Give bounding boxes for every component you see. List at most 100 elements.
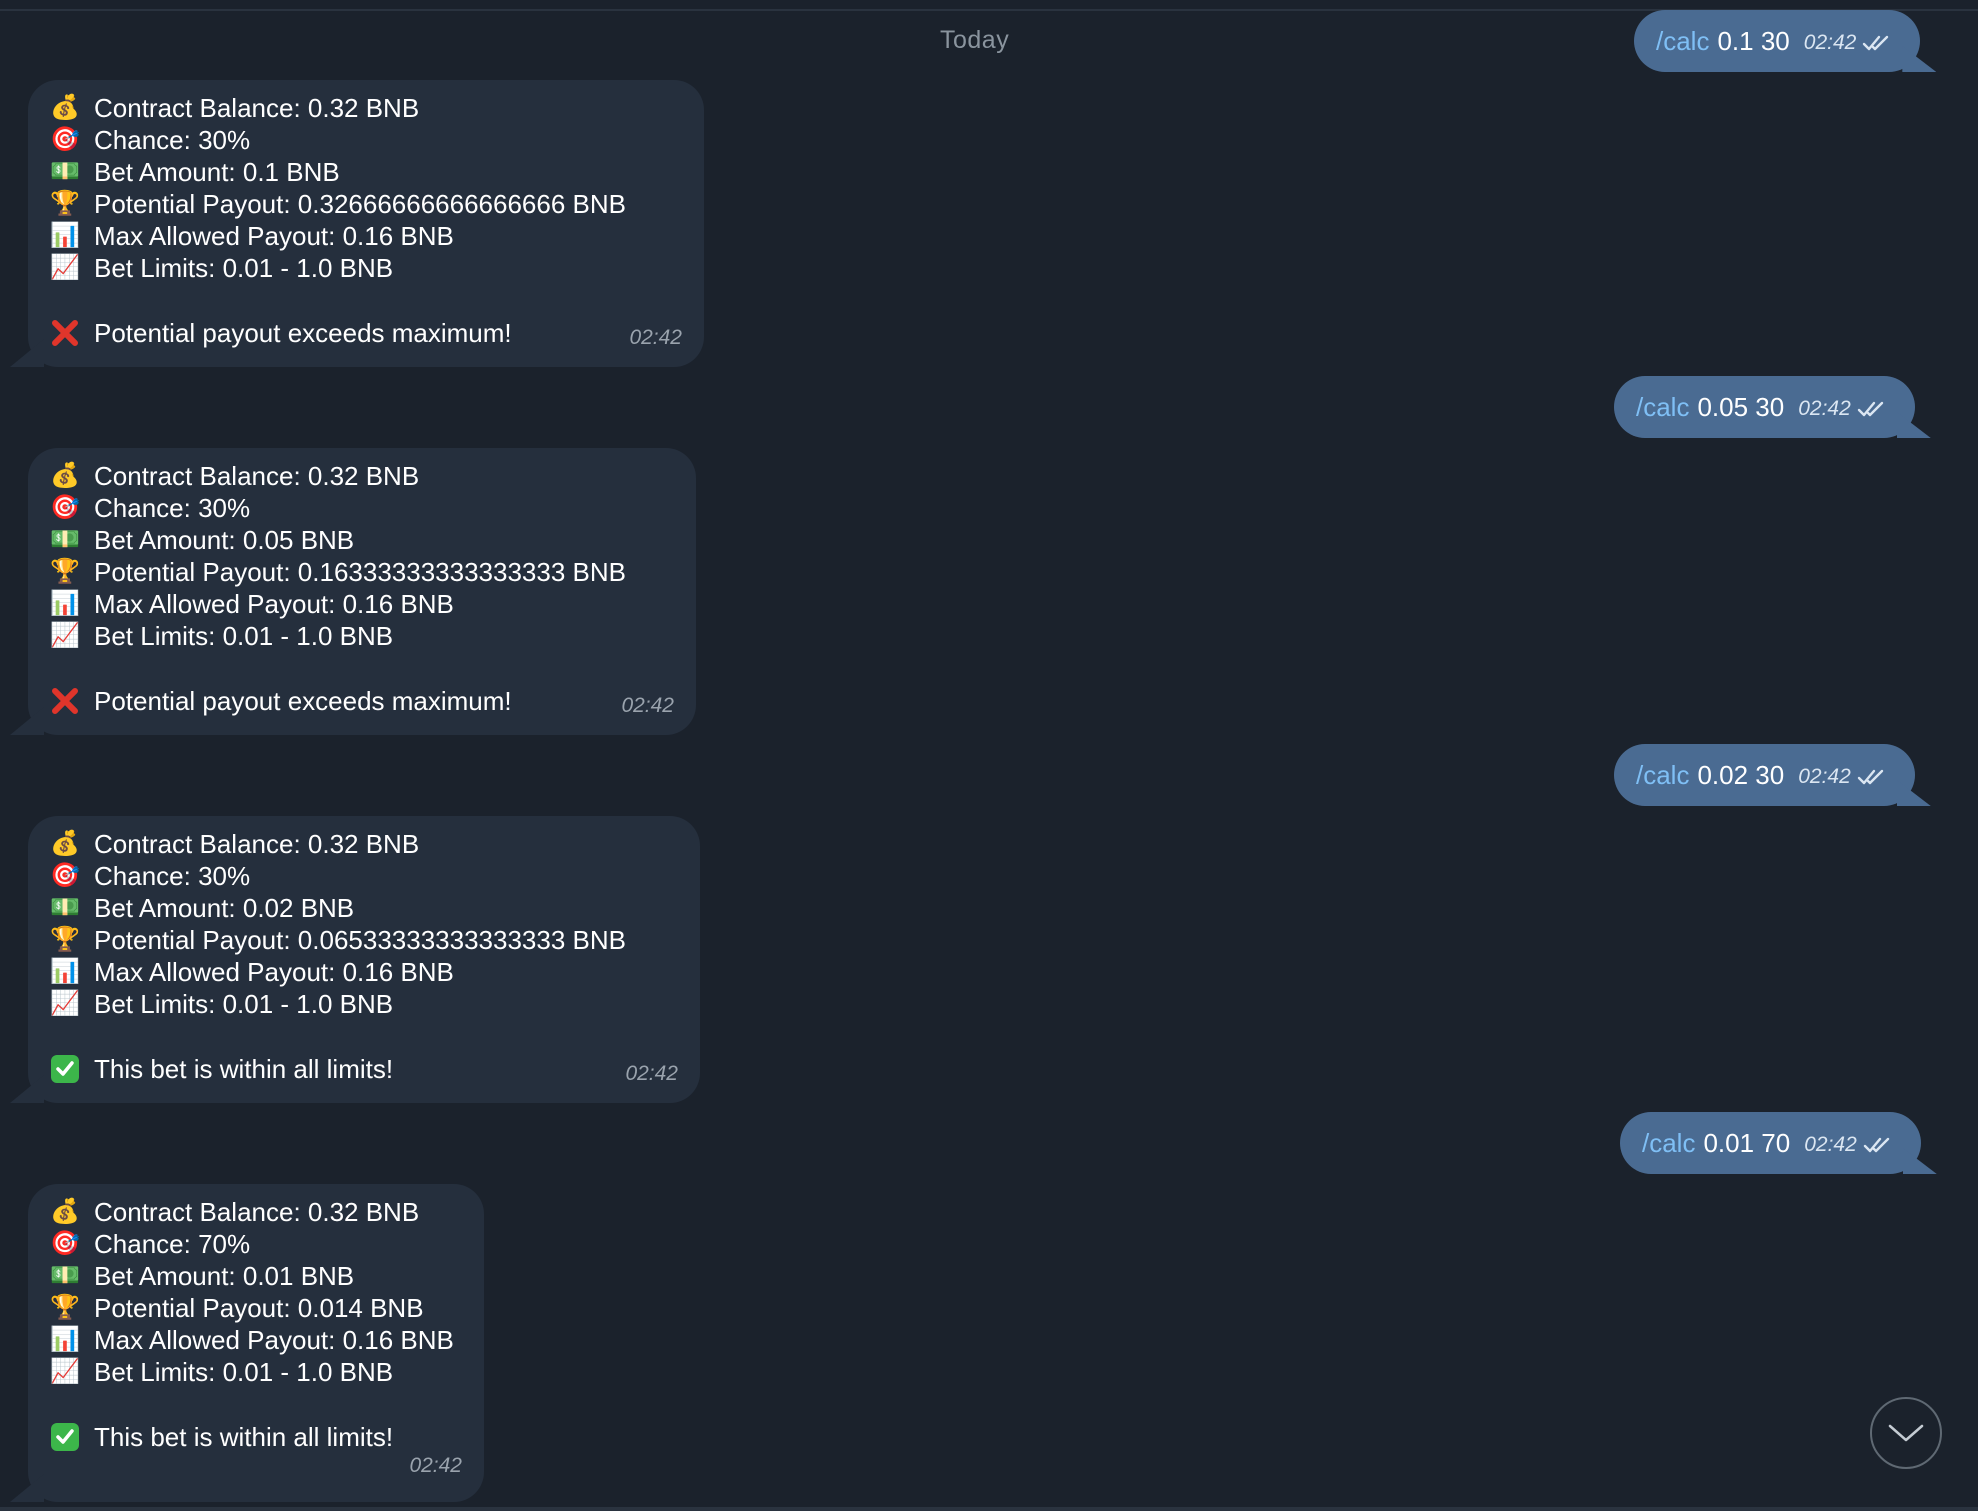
outgoing-message[interactable]: /calc 0.05 30 02:42 (1614, 376, 1915, 438)
target-icon: 🎯 (50, 862, 80, 889)
status-text: This bet is within all limits! (94, 1053, 394, 1084)
info-text: Potential Payout: 0.16333333333333333 BN… (94, 556, 626, 587)
command-link[interactable]: /calc (1642, 1128, 1695, 1159)
info-line: 📈 Bet Limits: 0.01 - 1.0 BNB (50, 252, 682, 284)
double-check-icon (1863, 35, 1889, 51)
date-separator: Today (940, 26, 1010, 54)
trophy-icon: 🏆 (50, 558, 80, 585)
info-line: 📈 Bet Limits: 0.01 - 1.0 BNB (50, 1356, 462, 1388)
status-line: Potential payout exceeds maximum! 02:42 (50, 316, 682, 350)
info-line: 📊 Max Allowed Payout: 0.16 BNB (50, 220, 682, 252)
info-line: 💵 Bet Amount: 0.02 BNB (50, 892, 678, 924)
double-check-icon (1857, 769, 1883, 785)
double-check-icon (1857, 401, 1883, 417)
command-link[interactable]: /calc (1636, 760, 1689, 791)
info-line: 📊 Max Allowed Payout: 0.16 BNB (50, 1324, 462, 1356)
outgoing-message[interactable]: /calc 0.01 70 02:42 (1620, 1112, 1921, 1174)
scroll-to-bottom-button[interactable] (1870, 1397, 1942, 1469)
info-line: 🎯 Chance: 30% (50, 860, 678, 892)
info-text: Contract Balance: 0.32 BNB (94, 1196, 420, 1227)
info-line: 💰 Contract Balance: 0.32 BNB (50, 92, 682, 124)
status-line: This bet is within all limits! (50, 1420, 462, 1454)
info-text: Bet Limits: 0.01 - 1.0 BNB (94, 1356, 394, 1387)
info-line: 🏆 Potential Payout: 0.16333333333333333 B… (50, 556, 674, 588)
outgoing-message[interactable]: /calc 0.02 30 02:42 (1614, 744, 1915, 806)
info-text: Max Allowed Payout: 0.16 BNB (94, 1324, 454, 1355)
info-line: 💵 Bet Amount: 0.05 BNB (50, 524, 674, 556)
info-text: Bet Amount: 0.01 BNB (94, 1260, 355, 1291)
bar-chart-icon: 📊 (50, 590, 80, 617)
chart-increasing-icon: 📈 (50, 990, 80, 1017)
info-text: Bet Limits: 0.01 - 1.0 BNB (94, 620, 394, 651)
incoming-message: 💰 Contract Balance: 0.32 BNB 🎯 Chance: 30%… (28, 80, 704, 367)
command-args: 0.01 70 (1703, 1127, 1791, 1158)
info-line: 🎯 Chance: 70% (50, 1228, 462, 1260)
command-args: 0.05 30 (1697, 391, 1785, 422)
cross-mark-icon (50, 318, 80, 348)
message-time: 02:42 (1798, 765, 1851, 788)
info-line: 💵 Bet Amount: 0.01 BNB (50, 1260, 462, 1292)
message-time: 02:42 (629, 326, 682, 349)
info-line: 💰 Contract Balance: 0.32 BNB (50, 1196, 462, 1228)
info-text: Bet Limits: 0.01 - 1.0 BNB (94, 988, 394, 1019)
info-text: Bet Amount: 0.05 BNB (94, 524, 355, 555)
info-text: Potential Payout: 0.32666666666666666 BN… (94, 188, 626, 219)
chart-increasing-icon: 📈 (50, 254, 80, 281)
dollar-banknote-icon: 💵 (50, 894, 80, 921)
message-time: 02:42 (409, 1454, 462, 1477)
trophy-icon: 🏆 (50, 926, 80, 953)
trophy-icon: 🏆 (50, 1294, 80, 1321)
info-text: Potential Payout: 0.014 BNB (94, 1292, 424, 1323)
info-text: Max Allowed Payout: 0.16 BNB (94, 588, 454, 619)
info-line: 📊 Max Allowed Payout: 0.16 BNB (50, 588, 674, 620)
command-args: 0.1 30 (1717, 25, 1790, 56)
info-text: Max Allowed Payout: 0.16 BNB (94, 220, 454, 251)
command-link[interactable]: /calc (1636, 392, 1689, 423)
message-time: 02:42 (625, 1062, 678, 1085)
info-line: 📊 Max Allowed Payout: 0.16 BNB (50, 956, 678, 988)
chart-increasing-icon: 📈 (50, 1358, 80, 1385)
info-line: 💰 Contract Balance: 0.32 BNB (50, 460, 674, 492)
status-line: Potential payout exceeds maximum! 02:42 (50, 684, 674, 718)
info-text: Chance: 70% (94, 1228, 251, 1259)
bar-chart-icon: 📊 (50, 1326, 80, 1353)
info-text: Max Allowed Payout: 0.16 BNB (94, 956, 454, 987)
info-text: Bet Limits: 0.01 - 1.0 BNB (94, 252, 394, 283)
chevron-down-icon (1888, 1424, 1924, 1442)
target-icon: 🎯 (50, 494, 80, 521)
incoming-message: 💰 Contract Balance: 0.32 BNB 🎯 Chance: 30%… (28, 448, 696, 735)
info-line: 🏆 Potential Payout: 0.32666666666666666 B… (50, 188, 682, 220)
dollar-banknote-icon: 💵 (50, 1262, 80, 1289)
info-line: 🏆 Potential Payout: 0.014 BNB (50, 1292, 462, 1324)
status-text: Potential payout exceeds maximum! (94, 317, 512, 348)
money-bag-icon: 💰 (50, 1198, 80, 1225)
info-text: Contract Balance: 0.32 BNB (94, 460, 420, 491)
info-text: Potential Payout: 0.06533333333333333 BN… (94, 924, 626, 955)
check-mark-button-icon (50, 1422, 80, 1452)
double-check-icon (1863, 1137, 1889, 1153)
trophy-icon: 🏆 (50, 190, 80, 217)
info-line: 💰 Contract Balance: 0.32 BNB (50, 828, 678, 860)
info-text: Chance: 30% (94, 860, 251, 891)
info-text: Contract Balance: 0.32 BNB (94, 828, 420, 859)
check-mark-button-icon (50, 1054, 80, 1084)
info-line: 💵 Bet Amount: 0.1 BNB (50, 156, 682, 188)
info-text: Bet Amount: 0.1 BNB (94, 156, 340, 187)
incoming-message: 💰 Contract Balance: 0.32 BNB 🎯 Chance: 70%… (28, 1184, 484, 1502)
dollar-banknote-icon: 💵 (50, 158, 80, 185)
command-link[interactable]: /calc (1656, 26, 1709, 57)
target-icon: 🎯 (50, 1230, 80, 1257)
outgoing-message[interactable]: /calc 0.1 30 02:42 (1634, 10, 1921, 72)
money-bag-icon: 💰 (50, 94, 80, 121)
info-line: 🎯 Chance: 30% (50, 124, 682, 156)
incoming-message: 💰 Contract Balance: 0.32 BNB 🎯 Chance: 30%… (28, 816, 700, 1103)
bar-chart-icon: 📊 (50, 222, 80, 249)
message-time: 02:42 (1804, 1133, 1857, 1156)
bottom-divider (0, 1507, 1978, 1511)
info-line: 🎯 Chance: 30% (50, 492, 674, 524)
chart-increasing-icon: 📈 (50, 622, 80, 649)
info-text: Chance: 30% (94, 124, 251, 155)
message-time: 02:42 (621, 694, 674, 717)
status-line: This bet is within all limits! 02:42 (50, 1052, 678, 1086)
status-text: This bet is within all limits! (94, 1421, 394, 1452)
